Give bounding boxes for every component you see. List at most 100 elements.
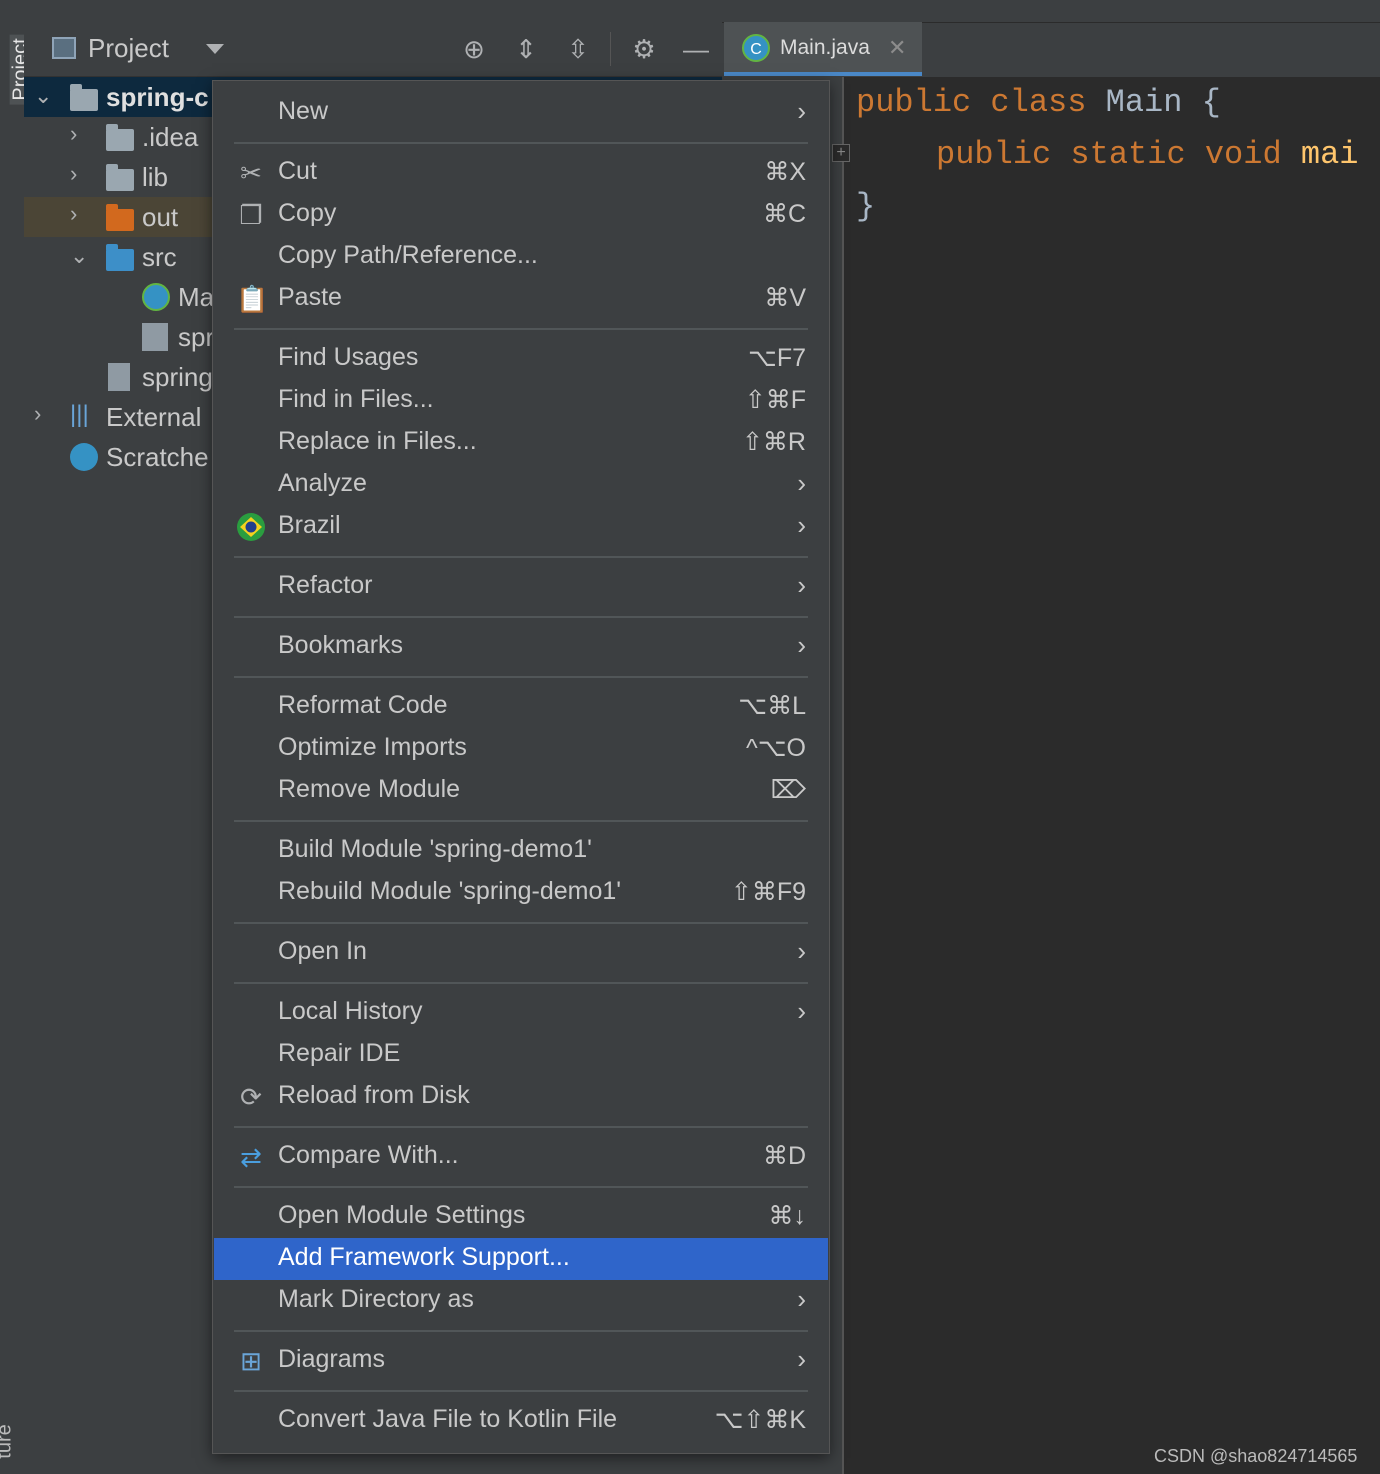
watermark: CSDN @shao824714565 (1154, 1446, 1358, 1466)
folder-icon (106, 124, 134, 151)
menu-item-repair-ide[interactable]: Repair IDE (214, 1034, 828, 1076)
menu-item-label: Reload from Disk (278, 1081, 470, 1109)
expand-all-icon[interactable]: ⇕ (511, 34, 541, 64)
menu-item-label: Refactor (278, 571, 373, 599)
menu-separator (234, 616, 808, 618)
code-line-3: } (856, 188, 876, 225)
menu-item-open-in[interactable]: Open In › (214, 932, 828, 974)
menu-item-paste[interactable]: 📋 Paste ⌘V (214, 278, 828, 320)
menu-item-convert-to-kotlin[interactable]: Convert Java File to Kotlin File ⌥⇧⌘K (214, 1400, 828, 1442)
tree-label: out (142, 202, 179, 232)
code-token: void (1204, 136, 1282, 173)
menu-item-compare-with[interactable]: ⇄ Compare With... ⌘D (214, 1136, 828, 1178)
menu-item-remove-module[interactable]: Remove Module ⌦ (214, 770, 828, 812)
compare-icon: ⇄ (240, 1142, 262, 1172)
menu-item-label: Convert Java File to Kotlin File (278, 1405, 618, 1433)
menu-item-shortcut: ^⌥O (746, 734, 806, 762)
left-tool-stripe (0, 22, 25, 1474)
menu-item-shortcut: ⌘C (762, 200, 806, 228)
submenu-arrow-icon: › (797, 570, 806, 600)
menu-item-find-usages[interactable]: Find Usages ⌥F7 (214, 338, 828, 380)
menu-item-local-history[interactable]: Local History › (214, 992, 828, 1034)
menu-item-label: Compare With... (278, 1141, 459, 1169)
module-file-icon (108, 363, 130, 391)
chevron-right-icon[interactable]: › (34, 401, 41, 427)
menu-item-new[interactable]: New › (214, 92, 828, 134)
menu-item-label: Copy (278, 199, 337, 227)
menu-item-label: Reformat Code (278, 691, 448, 719)
delete-key-icon: ⌦ (770, 776, 806, 804)
project-panel-title[interactable]: Project (88, 33, 169, 64)
project-view-icon (52, 37, 76, 59)
menu-item-label: Repair IDE (278, 1039, 401, 1067)
chevron-right-icon[interactable]: › (70, 201, 77, 227)
menu-item-open-module-settings[interactable]: Open Module Settings ⌘↓ (214, 1196, 828, 1238)
menu-item-brazil[interactable]: Brazil › (214, 506, 828, 548)
chevron-down-icon[interactable]: ⌄ (34, 83, 52, 109)
menu-item-label: Cut (278, 157, 317, 185)
menu-separator (234, 982, 808, 984)
close-icon[interactable]: ✕ (888, 35, 906, 61)
menu-item-reload-from-disk[interactable]: ⟳ Reload from Disk (214, 1076, 828, 1118)
code-token: public (936, 136, 1052, 173)
chevron-down-icon[interactable]: ⌄ (70, 243, 88, 269)
menu-item-label: Rebuild Module 'spring-demo1' (278, 877, 622, 905)
menu-item-bookmarks[interactable]: Bookmarks › (214, 626, 828, 668)
menu-item-shortcut: ⌥⇧⌘K (714, 1406, 806, 1434)
fold-toggle-icon[interactable]: + (832, 144, 850, 162)
menu-item-label: Bookmarks (278, 631, 404, 659)
menu-item-shortcut: ⌘D (762, 1142, 806, 1170)
menu-separator (234, 922, 808, 924)
code-token: Main (1105, 84, 1183, 121)
menu-separator (234, 556, 808, 558)
locate-icon[interactable]: ⊕ (459, 34, 489, 64)
gear-icon[interactable]: ⚙ (629, 34, 659, 64)
menu-item-label: Local History (278, 997, 423, 1025)
menu-item-optimize-imports[interactable]: Optimize Imports ^⌥O (214, 728, 828, 770)
submenu-arrow-icon: › (797, 510, 806, 540)
menu-item-diagrams[interactable]: ⊞ Diagrams › (214, 1340, 828, 1382)
scratches-icon (70, 443, 98, 471)
structure-tool-button[interactable]: ture (0, 1424, 17, 1458)
hide-panel-icon[interactable]: — (681, 34, 711, 64)
code-line-1: public class Main { (856, 84, 1221, 121)
submenu-arrow-icon: › (797, 996, 806, 1026)
diagram-icon: ⊞ (240, 1346, 262, 1376)
menu-separator (234, 676, 808, 678)
code-editor[interactable] (844, 77, 1380, 1474)
chevron-right-icon[interactable]: › (70, 161, 77, 187)
chevron-down-icon[interactable] (206, 44, 224, 54)
menu-item-copy[interactable]: ❐ Copy ⌘C (214, 194, 828, 236)
clipboard-icon: 📋 (236, 284, 269, 314)
menu-item-cut[interactable]: ✂ Cut ⌘X (214, 152, 828, 194)
menu-item-rebuild-module[interactable]: Rebuild Module 'spring-demo1' ⇧⌘F9 (214, 872, 828, 914)
menu-item-replace-in-files[interactable]: Replace in Files... ⇧⌘R (214, 422, 828, 464)
collapse-all-icon[interactable]: ⇳ (563, 34, 593, 64)
code-token: static (1070, 136, 1186, 173)
tree-label: spr (178, 322, 215, 352)
menu-item-mark-directory-as[interactable]: Mark Directory as › (214, 1280, 828, 1322)
menu-item-refactor[interactable]: Refactor › (214, 566, 828, 608)
menu-item-analyze[interactable]: Analyze › (214, 464, 828, 506)
chevron-right-icon[interactable]: › (70, 121, 77, 147)
tab-label[interactable]: Main.java (780, 36, 870, 60)
menu-item-label: Optimize Imports (278, 733, 467, 761)
tree-label: .idea (142, 122, 199, 152)
menu-item-reformat-code[interactable]: Reformat Code ⌥⌘L (214, 686, 828, 728)
menu-item-build-module[interactable]: Build Module 'spring-demo1' (214, 830, 828, 872)
menu-item-label: Paste (278, 283, 342, 311)
menu-item-label: Mark Directory as (278, 1285, 474, 1313)
menu-item-add-framework-support[interactable]: Add Framework Support... (214, 1238, 828, 1280)
code-line-2: public static void mai (936, 136, 1358, 173)
code-token: { (1201, 84, 1221, 121)
menu-separator (234, 1186, 808, 1188)
menu-item-shortcut: ⌘V (764, 284, 806, 312)
excluded-folder-icon (106, 204, 134, 231)
menu-item-find-in-files[interactable]: Find in Files... ⇧⌘F (214, 380, 828, 422)
module-folder-icon (70, 84, 98, 111)
reload-icon: ⟳ (240, 1082, 262, 1112)
menu-item-copy-path[interactable]: Copy Path/Reference... (214, 236, 828, 278)
scissors-icon: ✂ (240, 158, 262, 188)
menu-item-label: Open Module Settings (278, 1201, 526, 1229)
tree-label: spring (142, 362, 213, 392)
